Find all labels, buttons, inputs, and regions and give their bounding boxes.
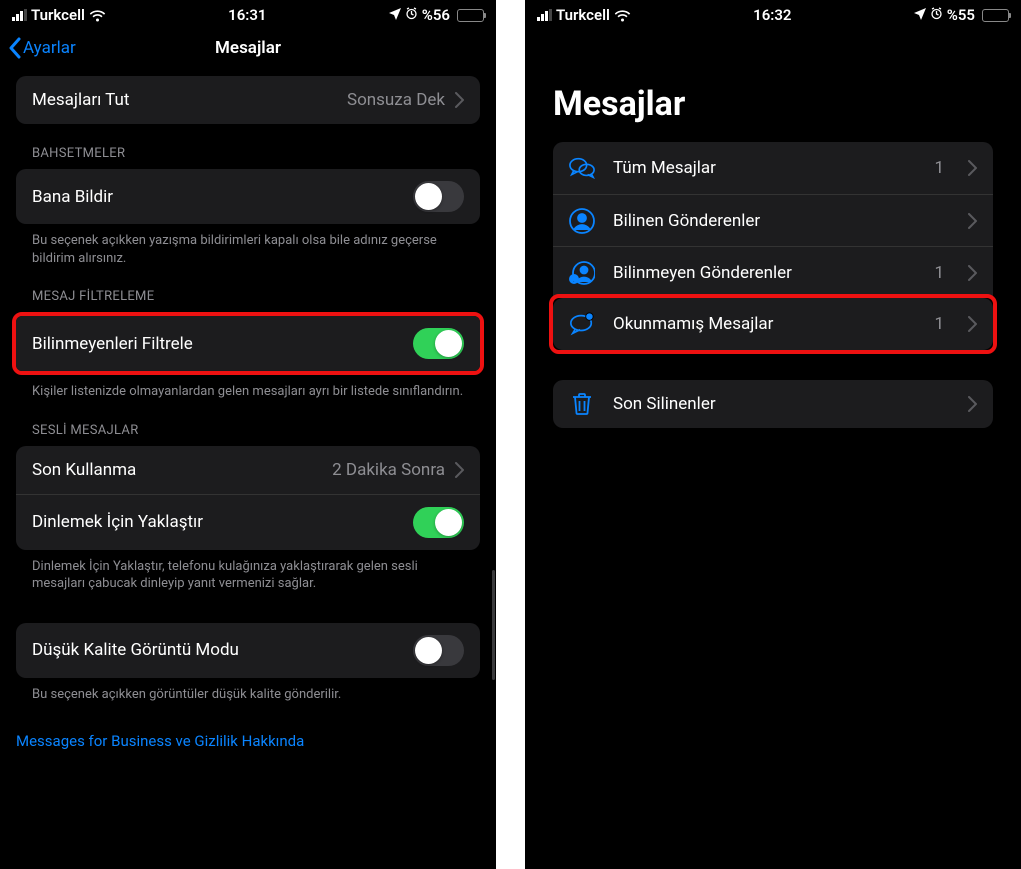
filter-all-count: 1 bbox=[934, 158, 944, 178]
battery-label: %56 bbox=[422, 6, 450, 24]
filter-unknown-toggle[interactable] bbox=[413, 328, 464, 359]
chevron-right-icon bbox=[968, 316, 977, 332]
filter-unread-label: Okunmamış Mesajlar bbox=[613, 314, 773, 334]
chevron-right-icon bbox=[968, 396, 977, 412]
filter-unknown-count: 1 bbox=[934, 263, 944, 283]
filter-all-cell[interactable]: Tüm Mesajlar 1 bbox=[553, 142, 993, 194]
keep-messages-value: Sonsuza Dek bbox=[347, 90, 445, 110]
keep-messages-cell[interactable]: Mesajları Tut Sonsuza Dek bbox=[16, 76, 480, 124]
person-circle-icon bbox=[569, 208, 595, 234]
alarm-icon bbox=[930, 6, 943, 24]
chevron-right-icon bbox=[968, 265, 977, 281]
location-icon bbox=[389, 6, 401, 24]
chevron-right-icon bbox=[455, 92, 464, 108]
expire-value: 2 Dakika Sonra bbox=[332, 460, 445, 480]
back-label: Ayarlar bbox=[23, 38, 76, 58]
notify-me-cell[interactable]: Bana Bildir bbox=[16, 169, 480, 224]
chevron-right-icon bbox=[455, 462, 464, 478]
back-button[interactable]: Ayarlar bbox=[8, 37, 76, 59]
scrollbar[interactable] bbox=[492, 570, 495, 680]
svg-text:?: ? bbox=[572, 275, 576, 284]
chevron-right-icon bbox=[968, 213, 977, 229]
battery-icon bbox=[982, 9, 1009, 22]
signal-icon bbox=[537, 10, 552, 21]
notify-me-label: Bana Bildir bbox=[32, 187, 113, 207]
chevron-right-icon bbox=[968, 160, 977, 176]
notify-me-toggle[interactable] bbox=[413, 181, 464, 212]
battery-icon bbox=[457, 9, 484, 22]
business-privacy-link[interactable]: Messages for Business ve Gizlilik Hakkın… bbox=[16, 732, 304, 750]
location-icon bbox=[914, 6, 926, 24]
audio-footer: Dinlemek İçin Yaklaştır, telefonu kulağı… bbox=[16, 550, 480, 593]
audio-header: SESLİ MESAJLAR bbox=[16, 401, 480, 446]
wifi-icon bbox=[89, 9, 106, 22]
person-question-icon: ? bbox=[569, 260, 595, 286]
clock: 16:31 bbox=[228, 6, 266, 24]
filter-known-label: Bilinen Gönderenler bbox=[613, 211, 760, 231]
chat-bubbles-icon bbox=[569, 156, 595, 180]
signal-icon bbox=[12, 10, 27, 21]
filter-unread-count: 1 bbox=[934, 314, 944, 334]
low-quality-cell[interactable]: Düşük Kalite Görüntü Modu bbox=[16, 623, 480, 678]
trash-icon bbox=[569, 392, 595, 416]
highlight-filter-unknown: Bilinmeyenleri Filtrele bbox=[12, 312, 484, 375]
raise-to-listen-cell[interactable]: Dinlemek İçin Yaklaştır bbox=[16, 494, 480, 550]
status-bar: Turkcell 16:32 %55 bbox=[525, 0, 1021, 26]
raise-to-listen-label: Dinlemek İçin Yaklaştır bbox=[32, 512, 203, 532]
chat-badge-icon bbox=[569, 312, 595, 336]
recently-deleted-cell[interactable]: Son Silinenler bbox=[553, 380, 993, 428]
filter-unknown-label: Bilinmeyen Gönderenler bbox=[613, 263, 792, 283]
page-title: Mesajlar bbox=[553, 26, 993, 142]
mentions-footer: Bu seçenek açıkken yazışma bildirimleri … bbox=[16, 224, 480, 267]
filter-all-label: Tüm Mesajlar bbox=[613, 158, 716, 178]
raise-to-listen-toggle[interactable] bbox=[413, 507, 464, 538]
highlight-unread: Okunmamış Mesajlar 1 bbox=[549, 294, 997, 354]
battery-label: %55 bbox=[947, 6, 975, 24]
clock: 16:32 bbox=[753, 6, 791, 24]
recently-deleted-label: Son Silinenler bbox=[613, 394, 716, 414]
wifi-icon bbox=[614, 9, 631, 22]
low-quality-label: Düşük Kalite Görüntü Modu bbox=[32, 640, 239, 660]
filter-unknown-label: Bilinmeyenleri Filtrele bbox=[32, 334, 193, 354]
alarm-icon bbox=[405, 6, 418, 24]
expire-label: Son Kullanma bbox=[32, 460, 136, 480]
filter-unknown-cell[interactable]: Bilinmeyenleri Filtrele bbox=[16, 316, 480, 371]
status-bar: Turkcell 16:31 %56 bbox=[0, 0, 496, 26]
keep-messages-label: Mesajları Tut bbox=[32, 90, 129, 110]
mentions-header: BAHSETMELER bbox=[16, 124, 480, 169]
messages-filters-screenshot: Turkcell 16:32 %55 Mesajlar Tüm Mesajlar bbox=[525, 0, 1021, 869]
low-quality-toggle[interactable] bbox=[413, 635, 464, 666]
low-quality-footer: Bu seçenek açıkken görüntüler düşük kali… bbox=[16, 678, 480, 704]
filters-group: Tüm Mesajlar 1 Bilinen Gönderenler ? bbox=[553, 142, 993, 354]
carrier-label: Turkcell bbox=[556, 6, 610, 24]
settings-screenshot: Turkcell 16:31 %56 Ayarlar Mesajlar Mesa… bbox=[0, 0, 496, 869]
filter-header: MESAJ FİLTRELEME bbox=[16, 267, 480, 312]
carrier-label: Turkcell bbox=[31, 6, 85, 24]
filter-footer: Kişiler listenizde olmayanlardan gelen m… bbox=[16, 375, 480, 401]
filter-known-cell[interactable]: Bilinen Gönderenler bbox=[553, 194, 993, 246]
filter-unknown-cell[interactable]: ? Bilinmeyen Gönderenler 1 bbox=[553, 246, 993, 298]
expire-cell[interactable]: Son Kullanma 2 Dakika Sonra bbox=[16, 446, 480, 494]
filter-unread-cell[interactable]: Okunmamış Mesajlar 1 bbox=[553, 298, 993, 350]
nav-bar: Ayarlar Mesajlar bbox=[0, 26, 496, 70]
